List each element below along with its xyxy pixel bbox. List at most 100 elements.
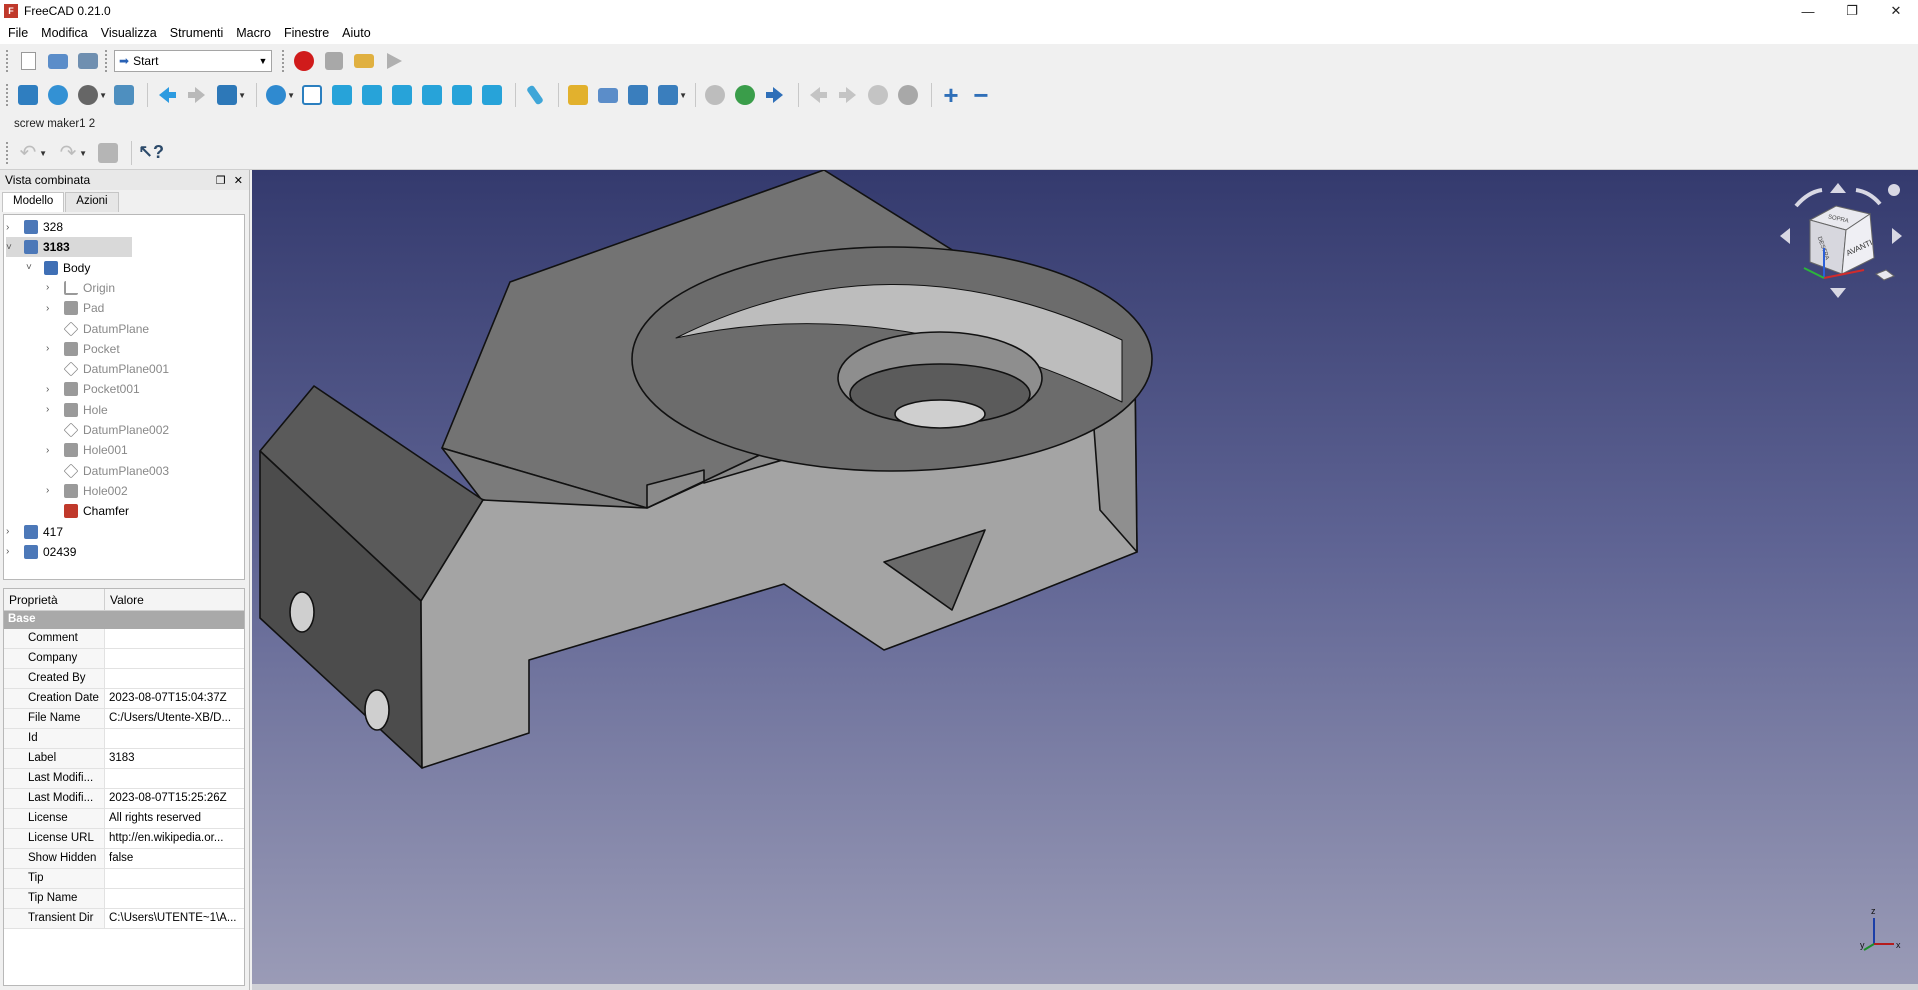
property-row[interactable]: File Name C:/Users/Utente-XB/D... <box>4 709 244 729</box>
navcube-rotate-left-icon[interactable] <box>1780 228 1790 244</box>
top-view-button[interactable] <box>359 82 385 108</box>
property-row[interactable]: Tip Name <box>4 889 244 909</box>
tree-item[interactable]: › Hole001 <box>46 440 128 460</box>
new-file-button[interactable] <box>15 48 41 74</box>
property-value[interactable]: false <box>105 849 241 868</box>
property-value[interactable] <box>105 729 241 748</box>
property-value[interactable]: All rights reserved <box>105 809 241 828</box>
draw-style-button[interactable]: ▼ <box>75 82 107 108</box>
property-row[interactable]: Creation Date 2023-08-07T15:04:37Z <box>4 689 244 709</box>
navcube-orbit-right-icon[interactable] <box>1855 188 1882 206</box>
navcube-menu-icon[interactable] <box>1888 184 1900 196</box>
property-value[interactable]: C:\Users\UTENTE~1\A... <box>105 909 241 928</box>
navigation-cube[interactable]: SOPRA DESTRA AVANTI <box>1776 178 1906 308</box>
chevron-right-icon[interactable]: › <box>46 404 58 415</box>
create-part-button[interactable] <box>565 82 591 108</box>
navcube-rotate-up-icon[interactable] <box>1830 183 1846 193</box>
property-row[interactable]: Transient Dir C:\Users\UTENTE~1\A... <box>4 909 244 929</box>
toolbar-grip[interactable] <box>6 84 10 106</box>
property-row[interactable]: Comment <box>4 629 244 649</box>
chevron-down-icon[interactable]: ˅ <box>26 262 38 273</box>
stop-macro-button[interactable] <box>321 48 347 74</box>
part-model[interactable] <box>252 170 1918 990</box>
tree-item[interactable]: ˅ Body <box>26 258 90 278</box>
chevron-right-icon[interactable]: › <box>6 526 18 537</box>
tree-item[interactable]: › Pad <box>46 298 104 318</box>
tree-item[interactable]: Chamfer <box>46 501 129 521</box>
property-row[interactable]: License All rights reserved <box>4 809 244 829</box>
chevron-right-icon[interactable]: › <box>46 445 58 456</box>
tree-item[interactable]: DatumPlane003 <box>46 461 169 481</box>
menu-strumenti[interactable]: Strumenti <box>170 26 233 40</box>
chevron-down-icon[interactable]: ˅ <box>6 242 18 253</box>
run-macro-button[interactable] <box>381 48 407 74</box>
toolbar-grip[interactable] <box>6 50 10 72</box>
tab-modello[interactable]: Modello <box>2 192 65 212</box>
bottom-view-button[interactable] <box>449 82 475 108</box>
property-row[interactable]: Show Hidden false <box>4 849 244 869</box>
close-icon[interactable]: ✕ <box>234 174 243 187</box>
back-button[interactable] <box>154 82 180 108</box>
property-value[interactable] <box>105 869 241 888</box>
3d-viewport[interactable]: SOPRA DESTRA AVANTI z x y <box>252 170 1918 990</box>
tree-item[interactable]: › 02439 <box>6 542 76 562</box>
zoom-button[interactable]: ▼ <box>263 82 295 108</box>
chevron-right-icon[interactable]: › <box>6 546 18 557</box>
tab-azioni[interactable]: Azioni <box>65 192 119 212</box>
whats-this-button[interactable]: ↖? <box>138 140 164 166</box>
restore-icon[interactable]: ❐ <box>1830 0 1874 22</box>
tree-item[interactable]: › 417 <box>6 522 63 542</box>
minimize-icon[interactable]: — <box>1786 0 1830 22</box>
web-back-button[interactable] <box>805 82 831 108</box>
tree-item[interactable]: › Origin <box>46 278 115 298</box>
toolbar-grip[interactable] <box>282 50 286 72</box>
tree-item[interactable]: DatumPlane <box>46 319 149 339</box>
redo-button[interactable]: ↷ ▼ <box>55 140 87 166</box>
link-button[interactable] <box>625 82 651 108</box>
menu-modifica[interactable]: Modifica <box>41 26 97 40</box>
property-row[interactable]: Id <box>4 729 244 749</box>
left-view-button[interactable] <box>479 82 505 108</box>
navcube-rotate-right-icon[interactable] <box>1892 228 1902 244</box>
property-row[interactable]: Last Modifi... 2023-08-07T15:25:26Z <box>4 789 244 809</box>
menu-finestre[interactable]: Finestre <box>284 26 338 40</box>
link-actions-button[interactable]: ▼ <box>655 82 687 108</box>
float-panel-icon[interactable]: ❐ <box>216 174 226 187</box>
zoom-out-button[interactable]: − <box>968 82 994 108</box>
chevron-right-icon[interactable]: › <box>46 384 58 395</box>
navcube-rotate-down-icon[interactable] <box>1830 288 1846 298</box>
right-view-button[interactable] <box>389 82 415 108</box>
refresh-web-button[interactable] <box>865 82 891 108</box>
edit-macro-button[interactable] <box>351 48 377 74</box>
property-value[interactable]: 2023-08-07T15:04:37Z <box>105 689 241 708</box>
fit-selection-button[interactable] <box>45 82 71 108</box>
menu-visualizza[interactable]: Visualizza <box>101 26 166 40</box>
chevron-right-icon[interactable]: › <box>46 485 58 496</box>
zoom-in-button[interactable]: + <box>938 82 964 108</box>
property-value[interactable]: C:/Users/Utente-XB/D... <box>105 709 241 728</box>
fit-all-button[interactable] <box>15 82 41 108</box>
property-value[interactable] <box>105 649 241 668</box>
property-row[interactable]: Label 3183 <box>4 749 244 769</box>
measure-button[interactable] <box>522 82 548 108</box>
property-value[interactable]: 2023-08-07T15:25:26Z <box>105 789 241 808</box>
stop-web-button[interactable] <box>895 82 921 108</box>
undo-button[interactable]: ↶ ▼ <box>15 140 47 166</box>
workbench-selector[interactable]: ➡ Start ▼ <box>114 50 272 72</box>
tree-item[interactable]: DatumPlane001 <box>46 359 169 379</box>
property-value[interactable] <box>105 669 241 688</box>
close-icon[interactable]: ✕ <box>1874 0 1918 22</box>
web-forward-button[interactable] <box>762 82 788 108</box>
property-value[interactable] <box>105 889 241 908</box>
stop-navigation-button[interactable] <box>702 82 728 108</box>
property-row[interactable]: Company <box>4 649 244 669</box>
std-views-button[interactable]: ▼ <box>214 82 246 108</box>
create-group-button[interactable] <box>595 82 621 108</box>
property-value[interactable]: 3183 <box>105 749 241 768</box>
tree-item[interactable]: › Pocket001 <box>46 379 140 399</box>
tree-item[interactable]: DatumPlane002 <box>46 420 169 440</box>
recompute-button[interactable] <box>95 140 121 166</box>
toolbar-grip[interactable] <box>6 141 10 164</box>
chevron-right-icon[interactable]: › <box>46 343 58 354</box>
tree-item[interactable]: › Hole002 <box>46 481 128 501</box>
